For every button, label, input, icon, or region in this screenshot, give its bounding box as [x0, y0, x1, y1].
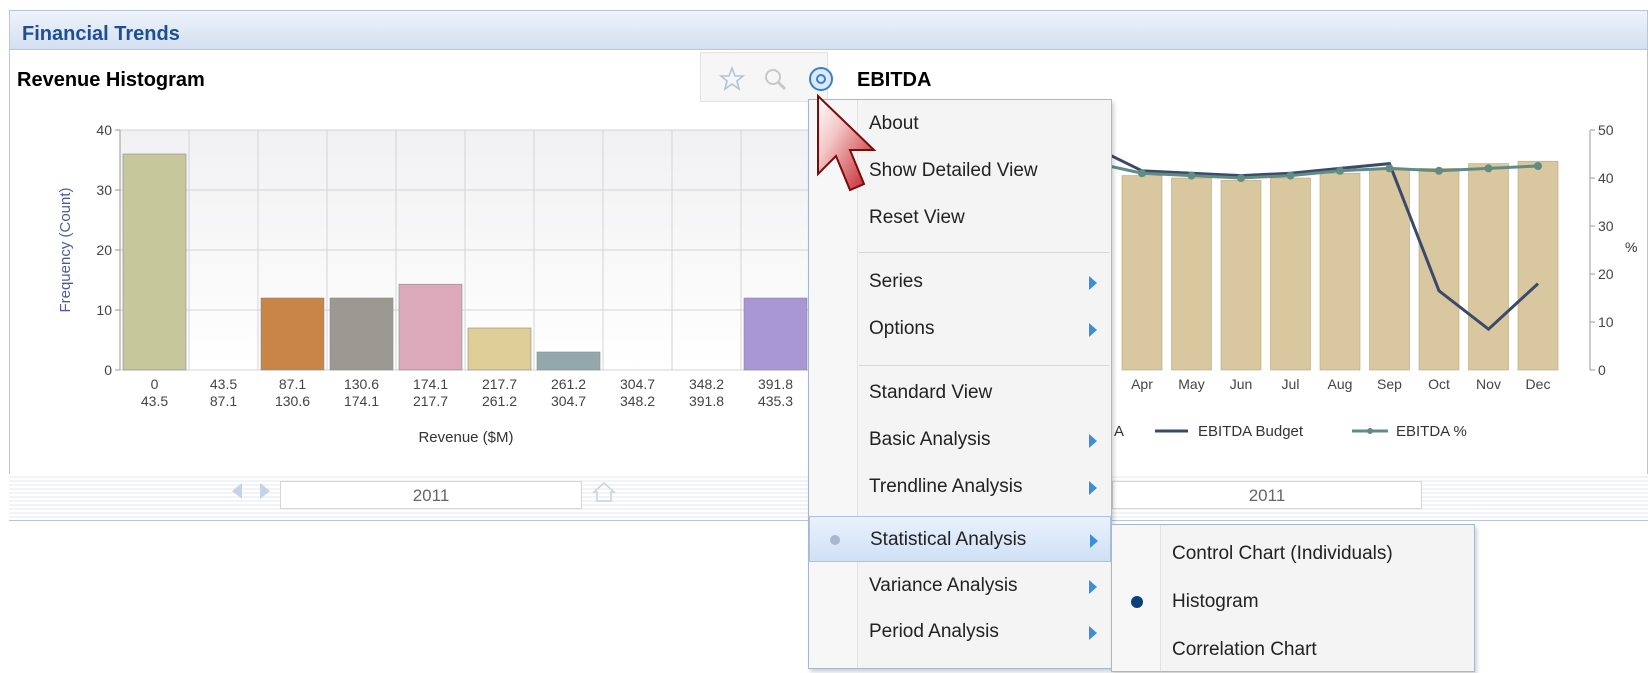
menu-item-label: Options: [869, 318, 935, 339]
submenu-item-label: Correlation Chart: [1172, 639, 1317, 660]
ebitda-bar[interactable]: [1220, 180, 1262, 371]
menu-separator: [859, 252, 1109, 253]
submenu-arrow-icon: [1089, 626, 1097, 640]
ebitda-percent-point[interactable]: [1484, 164, 1493, 173]
ebitda-bar[interactable]: [1270, 177, 1311, 371]
ebitda-x-tick-label: Nov: [1476, 376, 1501, 392]
ebitda-year-selector[interactable]: 2011: [1112, 481, 1422, 509]
menu-item-label: Statistical Analysis: [870, 529, 1027, 550]
ebitda-percent-point[interactable]: [1237, 174, 1245, 182]
menu-item-label: Variance Analysis: [869, 575, 1018, 596]
ebitda-percent-point[interactable]: [1286, 171, 1295, 180]
y2-axis-label: %: [1625, 239, 1637, 255]
ebitda-x-tick-label: Dec: [1526, 376, 1551, 392]
submenu-arrow-icon: [1089, 481, 1097, 495]
submenu-item-label: Control Chart (Individuals): [1172, 543, 1393, 564]
menu-item-statistical-analysis[interactable]: Statistical Analysis: [809, 516, 1111, 562]
y2-tick-label: 40: [1598, 170, 1614, 186]
menu-item-variance-analysis[interactable]: Variance Analysis: [809, 563, 1111, 609]
legend-percent-marker: [1367, 428, 1373, 434]
menu-separator: [859, 365, 1109, 366]
ebitda-percent-point[interactable]: [1534, 162, 1542, 170]
ebitda-x-tick-label: Jun: [1230, 376, 1253, 392]
submenu-arrow-icon: [1089, 276, 1097, 290]
menu-item-series[interactable]: Series: [809, 259, 1111, 305]
y2-tick-label: 10: [1598, 314, 1614, 330]
ebitda-bar[interactable]: [1418, 168, 1460, 371]
menu-item-label: Reset View: [869, 207, 965, 228]
menu-item-basic-analysis[interactable]: Basic Analysis: [809, 417, 1111, 463]
ebitda-percent-point[interactable]: [1336, 166, 1344, 175]
statistical-analysis-submenu: Control Chart (Individuals) Histogram Corr…: [1111, 524, 1475, 672]
year-selector[interactable]: 2011: [280, 481, 582, 509]
submenu-arrow-icon: [1089, 434, 1097, 448]
ebitda-percent-point[interactable]: [1385, 164, 1394, 173]
home-icon[interactable]: [592, 480, 616, 504]
ebitda-x-tick-label: Jul: [1282, 376, 1300, 392]
active-item-bullet-icon: [830, 535, 840, 545]
ebitda-percent-point[interactable]: [1138, 169, 1146, 178]
menu-item-trendline-analysis[interactable]: Trendline Analysis: [809, 464, 1111, 510]
submenu-item-correlation-chart[interactable]: Correlation Chart: [1112, 627, 1474, 673]
ebitda-bar[interactable]: [1319, 172, 1361, 371]
legend-budget-label: EBITDA Budget: [1198, 423, 1304, 440]
ebitda-percent-point[interactable]: [1187, 171, 1196, 180]
submenu-arrow-icon: [1089, 580, 1097, 594]
legend-percent-label: EBITDA %: [1396, 423, 1467, 440]
menu-item-options[interactable]: Options: [809, 306, 1111, 352]
ebitda-bar[interactable]: [1171, 177, 1212, 371]
submenu-item-label: Histogram: [1172, 591, 1259, 612]
ebitda-x-tick-label: Aug: [1328, 376, 1353, 392]
next-year-icon[interactable]: [256, 480, 274, 502]
ebitda-x-tick-label: Apr: [1131, 376, 1153, 392]
ebitda-x-tick-label: Oct: [1428, 376, 1450, 392]
menu-item-label: Standard View: [869, 382, 993, 403]
y2-tick-label: 20: [1598, 266, 1614, 282]
menu-item-label: Show Detailed View: [869, 160, 1038, 181]
menu-item-label: Trendline Analysis: [869, 476, 1023, 497]
y2-tick-label: 0: [1598, 362, 1606, 378]
menu-item-label: Series: [869, 271, 923, 292]
y2-tick-label: 50: [1598, 122, 1614, 138]
menu-item-label: Basic Analysis: [869, 429, 991, 450]
menu-item-label: Period Analysis: [869, 621, 999, 642]
ebitda-x-tick-label: May: [1178, 376, 1204, 392]
menu-item-period-analysis[interactable]: Period Analysis: [809, 609, 1111, 655]
ebitda-bar[interactable]: [1121, 175, 1163, 371]
submenu-arrow-icon: [1089, 323, 1097, 337]
y2-tick-label: 30: [1598, 218, 1614, 234]
selected-radio-icon: [1131, 596, 1143, 608]
submenu-item-control-chart-individuals-[interactable]: Control Chart (Individuals): [1112, 531, 1474, 577]
ebitda-percent-point[interactable]: [1435, 166, 1443, 175]
submenu-item-histogram[interactable]: Histogram: [1112, 579, 1474, 625]
ebitda-bar[interactable]: [1517, 160, 1559, 371]
mouse-cursor-icon: [817, 93, 877, 192]
menu-item-standard-view[interactable]: Standard View: [809, 370, 1111, 416]
ebitda-bar[interactable]: [1468, 163, 1509, 371]
submenu-arrow-icon: [1090, 534, 1098, 548]
ebitda-x-tick-label: Sep: [1377, 376, 1402, 392]
prev-year-icon[interactable]: [228, 480, 246, 502]
legend-partial-label: A: [1114, 423, 1124, 440]
